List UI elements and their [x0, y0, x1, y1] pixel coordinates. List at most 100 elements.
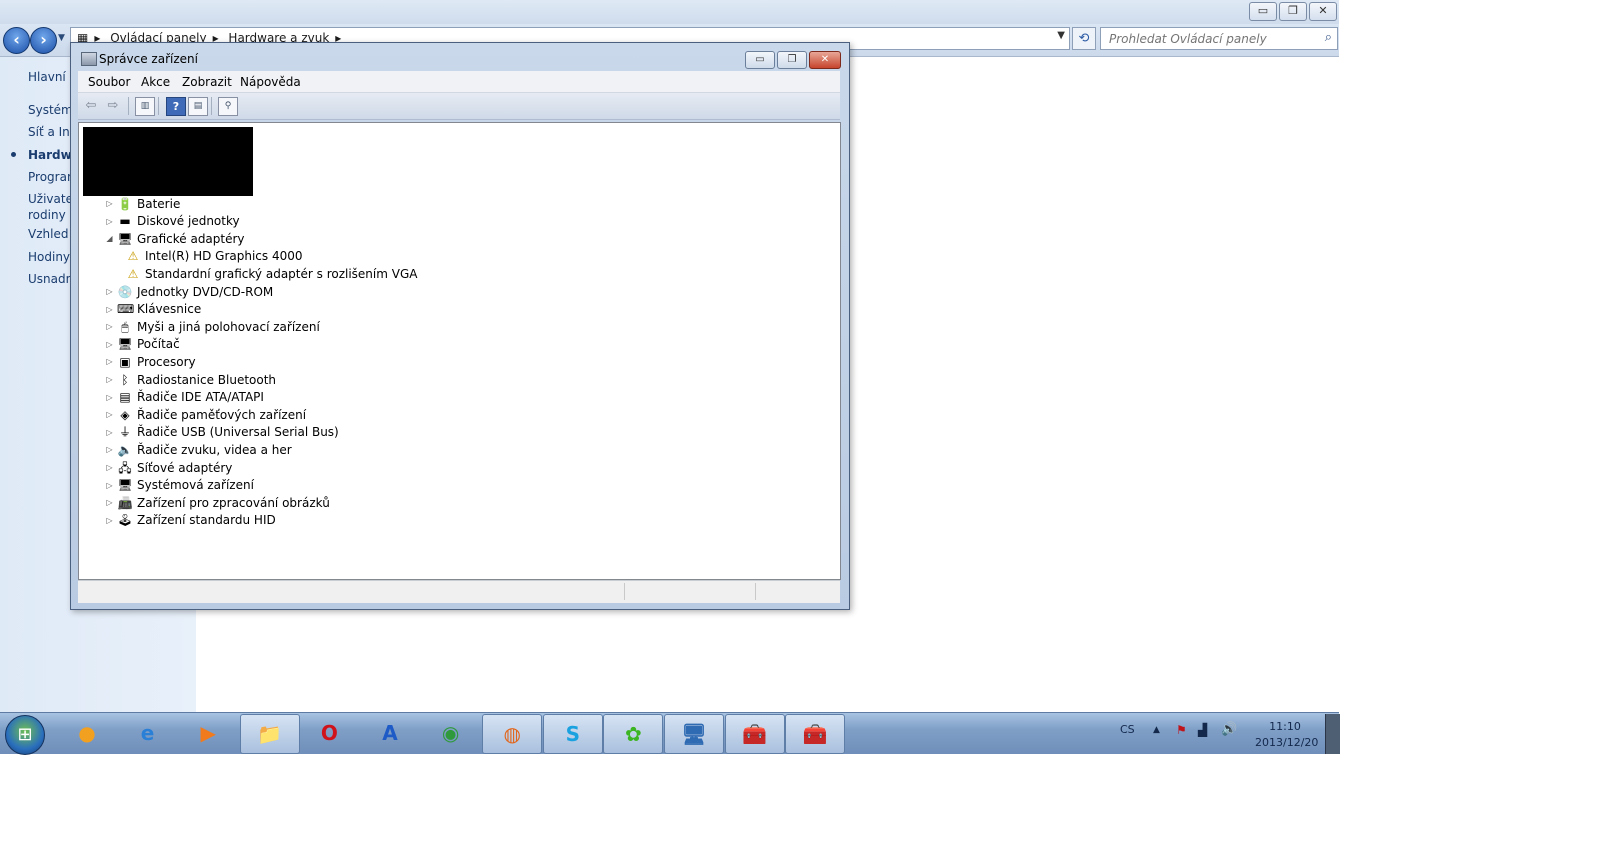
device-manager-window: Správce zařízení ▭ ❐ ✕ Soubor Akce Zobra… [70, 42, 850, 610]
network-icon[interactable]: ▟ [1198, 723, 1207, 737]
menu-napoveda[interactable]: Nápověda [240, 75, 301, 89]
tree-category[interactable]: ▷ ⌨ Klávesnice [105, 301, 201, 318]
tree-category[interactable]: ▷ 💿 Jednotky DVD/CD-ROM [105, 283, 273, 300]
chevron-down-icon[interactable]: ▼ [1057, 30, 1065, 41]
toolbar: ⇦ ⇨ ▥ ? ▤ ⚲ [78, 93, 840, 120]
chrome-icon[interactable]: ◉ [422, 714, 480, 752]
tree-category[interactable]: ◢ 🖥 Grafické adaptéry [105, 230, 244, 247]
expand-icon[interactable]: ▷ [105, 287, 114, 296]
help-icon[interactable]: ? [166, 97, 186, 116]
expand-icon[interactable]: ▷ [105, 481, 114, 490]
tree-device[interactable]: ⚠ Standardní grafický adaptér s rozlišení… [125, 265, 418, 282]
expand-icon[interactable]: ▷ [105, 393, 114, 402]
maximize-button[interactable]: ❐ [777, 51, 807, 69]
sidebar-item[interactable]: Usnadn [28, 272, 73, 286]
show-hide-tree-icon[interactable]: ▥ [135, 97, 155, 116]
forward-arrow-icon[interactable]: ⇨ [104, 97, 122, 114]
display-warning-icon: ⚠ [127, 249, 139, 264]
collapse-icon[interactable]: ◢ [105, 234, 114, 243]
tree-category-label: Řadiče zvuku, videa a her [137, 442, 292, 457]
search-input[interactable] [1107, 28, 1311, 49]
start-button[interactable]: ⊞ [5, 715, 45, 755]
expand-icon[interactable]: ▷ [105, 498, 114, 507]
tree-category[interactable]: ▷ 🔈 Řadiče zvuku, videa a her [105, 441, 292, 458]
tree-category[interactable]: ▷ ᛒ Radiostanice Bluetooth [105, 371, 276, 388]
tree-device-label: Intel(R) HD Graphics 4000 [145, 249, 303, 264]
toolbox-icon[interactable]: 🧰 [785, 714, 846, 754]
firefox-icon[interactable]: ◍ [482, 714, 543, 754]
expand-icon[interactable]: ▷ [105, 340, 114, 349]
menu-soubor[interactable]: Soubor [88, 75, 130, 89]
app-a-icon[interactable]: A [361, 714, 419, 752]
active-bullet [11, 152, 16, 157]
expand-icon[interactable]: ▷ [105, 463, 114, 472]
back-button[interactable]: ‹ [3, 27, 30, 54]
tree-category[interactable]: ▷ ▣ Procesory [105, 353, 195, 370]
expand-icon[interactable]: ▷ [105, 322, 114, 331]
close-button[interactable]: ✕ [809, 51, 841, 69]
explorer-icon[interactable]: 📁 [239, 714, 300, 754]
menu-akce[interactable]: Akce [141, 75, 170, 89]
volume-icon[interactable]: 🔊 [1221, 722, 1237, 737]
expand-icon[interactable]: ▷ [105, 428, 114, 437]
icq-icon[interactable]: ✿ [603, 714, 664, 754]
internet-explorer-icon[interactable]: e [119, 714, 177, 752]
sidebar-item[interactable]: rodiny [28, 208, 66, 222]
tree-category-label: Síťové adaptéry [137, 460, 233, 475]
close-button[interactable]: ✕ [1309, 2, 1337, 21]
expand-icon[interactable]: ▷ [105, 305, 114, 314]
control-panel-titlebar: ▭ ❐ ✕ [0, 0, 1339, 24]
tree-category-label: Řadiče USB (Universal Serial Bus) [137, 425, 339, 440]
opera-icon[interactable]: O [300, 714, 358, 752]
minimize-button[interactable]: ▭ [1249, 2, 1277, 21]
tree-category[interactable]: ▷ 📠 Zařízení pro zpracování obrázků [105, 494, 330, 511]
device-manager-icon [81, 52, 97, 66]
tree-category[interactable]: ▷ 🖱 Myši a jiná polohovací zařízení [105, 318, 319, 335]
toolbox-icon[interactable]: 🧰 [724, 714, 785, 754]
tree-category[interactable]: ▷ 🖥 Systémová zařízení [105, 477, 253, 494]
tree-category[interactable]: ▷ 🕹 Zařízení standardu HID [105, 512, 275, 529]
outlook-express-icon[interactable]: ● [58, 714, 116, 752]
expand-icon[interactable]: ▷ [105, 357, 114, 366]
control-panel-icon[interactable]: 🖥 [664, 714, 724, 754]
tree-category[interactable]: ▷ 🖧 Síťové adaptéry [105, 459, 232, 476]
refresh-button[interactable]: ⟲ [1072, 27, 1096, 50]
expand-icon[interactable]: ▷ [105, 375, 114, 384]
scan-hardware-icon[interactable]: ⚲ [218, 97, 238, 116]
menu-zobrazit[interactable]: Zobrazit [182, 75, 232, 89]
search-box[interactable]: ⌕ [1100, 27, 1338, 50]
skype-icon[interactable]: S [542, 714, 603, 754]
tree-category-label: Zařízení pro zpracování obrázků [137, 495, 330, 510]
recent-pages-icon[interactable]: ▼ [58, 33, 65, 43]
language-indicator[interactable]: CS [1120, 723, 1135, 736]
tree-category[interactable]: ▷ ▤ Řadiče IDE ATA/ATAPI [105, 389, 264, 406]
show-hidden-icons-icon[interactable]: ▲ [1153, 725, 1160, 735]
show-desktop-button[interactable] [1325, 714, 1340, 754]
back-arrow-icon[interactable]: ⇦ [82, 97, 100, 114]
sidebar-item[interactable]: Systém [28, 103, 73, 117]
disk-drive-icon: ▬ [119, 214, 131, 229]
search-icon[interactable]: ⌕ [1325, 30, 1332, 45]
display-warning-icon: ⚠ [127, 266, 139, 281]
expand-icon[interactable]: ▷ [105, 217, 114, 226]
expand-icon[interactable]: ▷ [105, 410, 114, 419]
minimize-button[interactable]: ▭ [745, 51, 775, 69]
expand-icon[interactable]: ▷ [105, 445, 114, 454]
tree-device[interactable]: ⚠ Intel(R) HD Graphics 4000 [125, 248, 303, 265]
action-center-icon[interactable]: ⚑ [1176, 723, 1187, 737]
sidebar-item[interactable]: Hodiny, [28, 250, 74, 264]
properties-icon[interactable]: ▤ [188, 97, 208, 116]
tree-category[interactable]: ▷ 🖥 Počítač [105, 336, 179, 353]
tree-category[interactable]: ▷ ▬ Diskové jednotky [105, 213, 239, 230]
tree-category[interactable]: ▷ 🔋 Baterie [105, 195, 180, 212]
expand-icon[interactable]: ▷ [105, 516, 114, 525]
clock[interactable]: 11:10 2013/12/20 [1255, 719, 1318, 751]
tree-category[interactable]: ▷ ◈ Řadiče paměťových zařízení [105, 406, 306, 423]
forward-button[interactable]: › [30, 27, 57, 54]
maximize-button[interactable]: ❐ [1279, 2, 1307, 21]
media-player-icon[interactable]: ▶ [179, 714, 237, 752]
mouse-icon: 🖱 [121, 319, 129, 334]
expand-icon[interactable]: ▷ [105, 199, 114, 208]
processor-icon: ▣ [119, 354, 131, 369]
tree-category[interactable]: ▷ ⏚ Řadiče USB (Universal Serial Bus) [105, 424, 339, 441]
